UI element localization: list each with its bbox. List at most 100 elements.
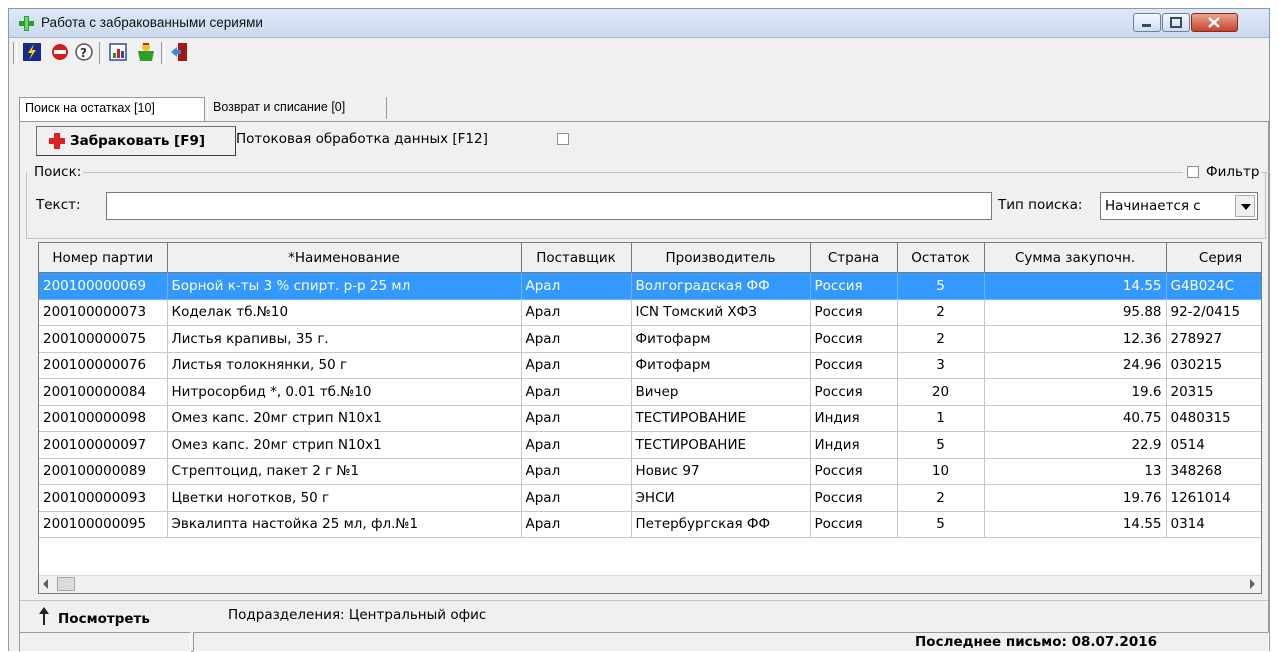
table-cell: 14.55 <box>984 511 1167 538</box>
search-group-caption: Поиск: <box>34 164 84 180</box>
table-cell: Россия <box>810 299 898 326</box>
table-cell: Омез капс. 20мг стрип N10x1 <box>167 405 522 432</box>
table-row[interactable]: 200100000076 Листья толокнянки, 50 г Арал Ф… <box>39 352 1261 379</box>
table-row[interactable]: 200100000084 Нитросорбид *, 0.01 тб.№10 Ар… <box>39 378 1261 406</box>
table-cell: Стрептоцид, пакет 2 г №1 <box>167 458 522 485</box>
tab-panel: Забраковать [F9] Потоковая обработка дан… <box>19 121 1270 652</box>
table-cell: 40.75 <box>984 405 1167 432</box>
column-header[interactable]: Номер партии <box>39 243 168 273</box>
table-row[interactable]: 200100000073 Коделак тб.№10 Арал ICN Томски… <box>39 299 1261 326</box>
filter-checkbox[interactable] <box>1187 166 1199 178</box>
up-arrow-icon <box>39 607 49 625</box>
close-icon <box>1208 17 1220 28</box>
table-cell: 2 <box>897 484 985 512</box>
table-cell: Петербургская ФФ <box>631 511 811 538</box>
table-cell: ICN Томский ХФЗ <box>631 299 811 326</box>
table-cell: Арал <box>521 378 632 406</box>
horizontal-scrollbar[interactable] <box>39 575 1261 593</box>
window-title: Работа с забракованными сериями <box>41 15 263 30</box>
exit-door-icon[interactable] <box>169 41 191 63</box>
table-row[interactable]: 200100000095 Эвкалипта настойка 25 мл, фл… <box>39 511 1261 538</box>
lightning-icon[interactable] <box>21 41 43 63</box>
table-cell: 20 <box>897 378 985 406</box>
table-cell: 200100000093 <box>39 484 168 512</box>
last-letter-status: Последнее письмо: 08.07.2016 <box>915 634 1157 650</box>
svg-text:?: ? <box>80 46 87 60</box>
column-header[interactable]: Производитель <box>631 243 811 273</box>
tab-return-writeoff[interactable]: Возврат и списание [0] <box>207 97 387 119</box>
table-row[interactable]: 200100000089 Стрептоцид, пакет 2 г №1 Арал… <box>39 458 1261 485</box>
tab-stock-search[interactable]: Поиск на остатках [10] <box>19 97 205 122</box>
table-cell: Омез капс. 20мг стрип N10x1 <box>167 431 522 459</box>
table-cell: 200100000084 <box>39 378 168 406</box>
table-cell: 0480315 <box>1166 405 1261 432</box>
table-cell: 0514 <box>1166 431 1261 459</box>
toolbar-separator <box>99 42 103 64</box>
table-cell: 348268 <box>1166 458 1261 485</box>
table-cell: Россия <box>810 511 898 538</box>
table-cell: 2 <box>897 299 985 326</box>
help-icon[interactable]: ? <box>73 41 95 63</box>
column-header[interactable]: Серия <box>1166 243 1261 273</box>
table-cell: ТЕСТИРОВАНИЕ <box>631 431 811 459</box>
scroll-right-icon[interactable] <box>1250 579 1255 589</box>
table-cell: 2 <box>897 325 985 353</box>
scroll-left-icon[interactable] <box>43 579 48 589</box>
table-cell: 1 <box>897 405 985 432</box>
export-icon[interactable] <box>135 41 157 63</box>
close-button[interactable] <box>1191 13 1238 32</box>
department-label: Подразделения: Центральный офис <box>228 607 487 623</box>
table-cell: 19.6 <box>984 378 1167 406</box>
table-cell: 1261014 <box>1166 484 1261 512</box>
search-type-label: Тип поиска: <box>998 197 1083 213</box>
table-cell: 95.88 <box>984 299 1167 326</box>
search-input[interactable] <box>106 192 992 220</box>
column-header[interactable]: Поставщик <box>521 243 632 273</box>
column-header[interactable]: Сумма закупочн. <box>984 243 1167 273</box>
maximize-button[interactable] <box>1162 13 1190 32</box>
table-cell: Фитофарм <box>631 352 811 379</box>
maximize-icon <box>1170 17 1182 28</box>
table-cell: Волгоградская ФФ <box>631 272 811 300</box>
minimize-button[interactable] <box>1133 13 1161 32</box>
stream-processing-checkbox[interactable] <box>557 133 569 145</box>
table-cell: 92-2/0415 <box>1166 299 1261 326</box>
title-bar[interactable]: Работа с забракованными сериями <box>9 9 1269 38</box>
table-row[interactable]: 200100000097 Омез капс. 20мг стрип N10x1 А… <box>39 431 1261 459</box>
report-icon[interactable] <box>107 41 129 63</box>
table-cell: 200100000095 <box>39 511 168 538</box>
table-cell: Коделак тб.№10 <box>167 299 522 326</box>
table-cell: 14.55 <box>984 272 1167 300</box>
dropdown-arrow-icon[interactable] <box>1235 195 1255 217</box>
column-header[interactable]: Остаток <box>897 243 985 273</box>
status-bar: Последнее письмо: 08.07.2016 <box>19 632 1269 652</box>
column-header[interactable]: Страна <box>810 243 898 273</box>
table-cell: G4B024C <box>1166 272 1261 300</box>
view-button[interactable]: Посмотреть <box>58 611 150 627</box>
stop-icon[interactable] <box>49 41 71 63</box>
table-cell: 5 <box>897 511 985 538</box>
reject-button-label: Забраковать [F9] <box>70 133 206 149</box>
reject-button[interactable]: Забраковать [F9] <box>36 126 236 156</box>
red-cross-icon <box>49 133 65 149</box>
column-header[interactable]: *Наименование <box>167 243 522 273</box>
table-row[interactable]: 200100000075 Листья крапивы, 35 г. Арал Фит… <box>39 325 1261 353</box>
table-cell: Россия <box>810 484 898 512</box>
table-cell: 19.76 <box>984 484 1167 512</box>
search-type-select[interactable]: Начинается с <box>1100 192 1258 220</box>
table-cell: 20315 <box>1166 378 1261 406</box>
tab-strip: Поиск на остатках [10] Возврат и списани… <box>9 97 1269 122</box>
table-row[interactable]: 200100000069 Борной к-ты 3 % спирт. р-р 2… <box>39 272 1261 300</box>
table-cell: 200100000075 <box>39 325 168 353</box>
table-cell: 5 <box>897 431 985 459</box>
table-cell: Россия <box>810 352 898 379</box>
table-row[interactable]: 200100000098 Омез капс. 20мг стрип N10x1 А… <box>39 405 1261 432</box>
table-row[interactable]: 200100000093 Цветки ноготков, 50 г Арал ЭНС… <box>39 484 1261 512</box>
table-cell: Арал <box>521 405 632 432</box>
table-cell: Россия <box>810 325 898 353</box>
batches-table[interactable]: Номер партии *Наименование Поставщик Про… <box>38 242 1262 594</box>
table-cell: Нитросорбид *, 0.01 тб.№10 <box>167 378 522 406</box>
table-cell: 278927 <box>1166 325 1261 353</box>
scroll-thumb[interactable] <box>57 577 75 591</box>
table-cell: 3 <box>897 352 985 379</box>
